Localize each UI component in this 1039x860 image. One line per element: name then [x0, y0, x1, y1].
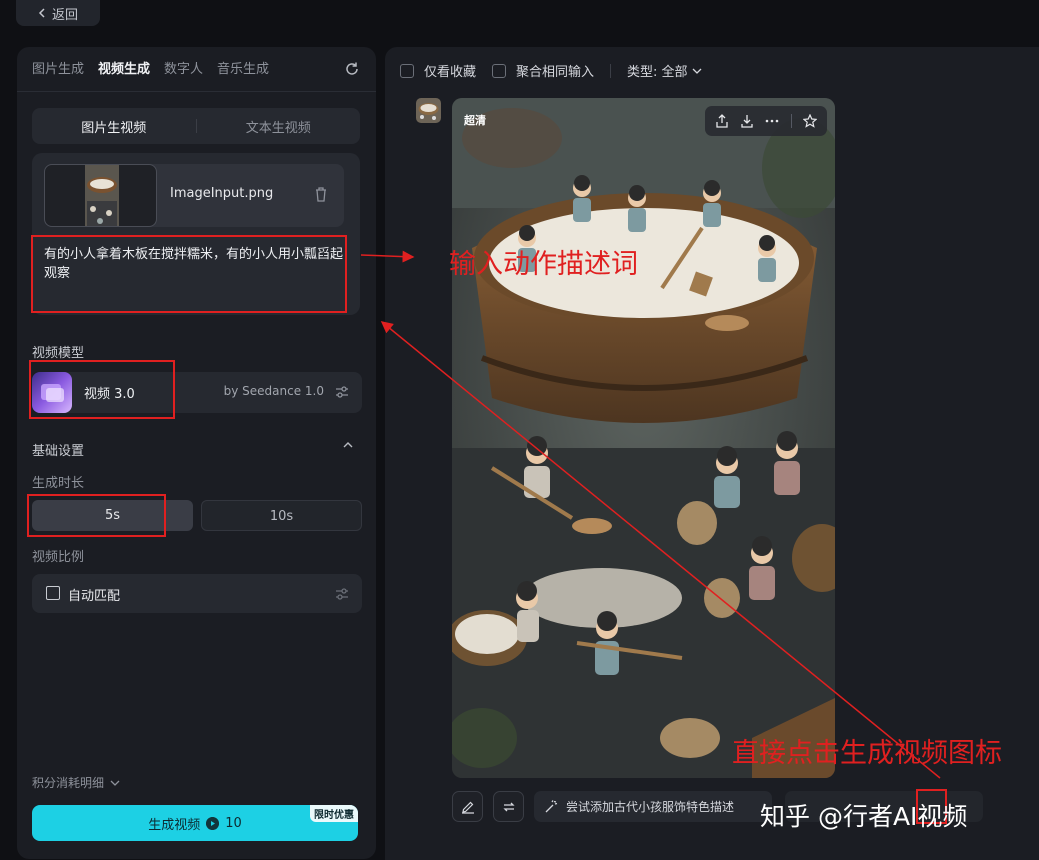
model-provider: by Seedance 1.0: [223, 384, 324, 398]
basic-settings-label: 基础设置: [32, 444, 85, 459]
highlight-prompt: [31, 235, 347, 313]
video-preview-image: [452, 98, 835, 778]
mode-tabs: 图片生成 视频生成 数字人 音乐生成: [17, 47, 376, 92]
swap-icon: [502, 802, 515, 811]
image-thumbnail-frame: [44, 164, 157, 227]
star-icon[interactable]: [803, 114, 818, 128]
checkbox[interactable]: [492, 63, 507, 78]
ratio-label: 视频比例: [32, 550, 85, 565]
highlight-duration: [27, 494, 166, 537]
duration-label: 生成时长: [32, 476, 85, 491]
annotation-input-hint: 输入动作描述词: [449, 249, 638, 280]
download-icon[interactable]: [740, 114, 754, 128]
generation-panel: 图片生成 视频生成 数字人 音乐生成 图片生视频 文本生视频 ImageInpu…: [17, 47, 376, 859]
favorites-only-checkbox[interactable]: 仅看收藏: [400, 61, 476, 80]
tab-image-to-video[interactable]: 图片生视频: [32, 117, 196, 136]
input-mode-tabs: 图片生视频 文本生视频: [32, 108, 360, 144]
filter-bar: 仅看收藏 聚合相同输入 类型: 全部: [400, 61, 718, 80]
ratio-selector[interactable]: 自动匹配: [32, 574, 362, 613]
prompt-suggestion[interactable]: 尝试添加古代小孩服饰特色描述: [534, 791, 772, 822]
trash-icon[interactable]: [314, 186, 328, 202]
highlight-model: [29, 360, 175, 419]
chevron-left-icon: [38, 8, 45, 18]
card-action-bar: [705, 106, 827, 136]
chevron-down-icon: [110, 780, 120, 786]
divider: [790, 114, 792, 128]
checkbox[interactable]: [400, 63, 414, 78]
generate-label: 生成视频: [148, 817, 201, 833]
edit-button[interactable]: [452, 791, 483, 822]
generate-video-button[interactable]: 生成视频 10 限时优惠: [32, 805, 358, 841]
favorites-only-label: 仅看收藏: [424, 65, 477, 80]
regenerate-button[interactable]: [493, 791, 524, 822]
tab-text-to-video[interactable]: 文本生视频: [197, 117, 361, 136]
divider: [610, 63, 612, 78]
sliders-icon[interactable]: [334, 384, 350, 400]
back-button[interactable]: 返回: [16, 0, 100, 26]
share-icon[interactable]: [715, 114, 729, 128]
hd-badge: 超清: [464, 114, 486, 127]
image-thumbnail: [85, 165, 119, 226]
watermark: 知乎 @行者AI视频: [760, 802, 968, 831]
sliders-icon[interactable]: [334, 586, 350, 602]
suggestion-text: 尝试添加古代小孩服饰特色描述: [566, 800, 735, 814]
ratio-value: 自动匹配: [68, 589, 121, 604]
uploaded-file[interactable]: ImageInput.png: [44, 164, 344, 227]
credit-icon: [206, 816, 220, 830]
aspect-ratio-icon: [46, 586, 60, 600]
points-detail-toggle[interactable]: 积分消耗明细: [32, 774, 120, 791]
avatar: [416, 98, 441, 123]
tab-music-generation[interactable]: 音乐生成: [217, 47, 269, 92]
refresh-icon[interactable]: [344, 61, 360, 77]
generate-cost: 10: [225, 815, 242, 831]
magic-wand-icon: [545, 799, 558, 812]
type-filter-label: 类型: 全部: [627, 65, 688, 80]
type-filter-dropdown[interactable]: 类型: 全部: [627, 61, 702, 80]
annotation-generate-hint: 直接点击生成视频图标: [732, 738, 1002, 769]
chevron-down-icon: [692, 68, 702, 74]
merge-same-input-label: 聚合相同输入: [516, 65, 595, 80]
tab-digital-human[interactable]: 数字人: [164, 47, 203, 92]
file-name: ImageInput.png: [170, 186, 274, 201]
tab-video-generation[interactable]: 视频生成: [98, 47, 150, 92]
tab-image-generation[interactable]: 图片生成: [32, 47, 84, 92]
back-label: 返回: [51, 7, 78, 23]
promo-badge: 限时优惠: [310, 805, 358, 822]
video-result-card[interactable]: 超清: [452, 98, 835, 778]
points-detail-label: 积分消耗明细: [32, 776, 105, 790]
merge-same-input-checkbox[interactable]: 聚合相同输入: [492, 61, 594, 80]
model-section-label: 视频模型: [32, 346, 85, 361]
chevron-up-icon[interactable]: [342, 440, 354, 450]
more-icon[interactable]: [765, 114, 779, 128]
card-tools: 尝试添加古代小孩服饰特色描述: [452, 791, 772, 822]
pencil-icon: [461, 801, 474, 814]
duration-10s-button[interactable]: 10s: [201, 500, 362, 531]
